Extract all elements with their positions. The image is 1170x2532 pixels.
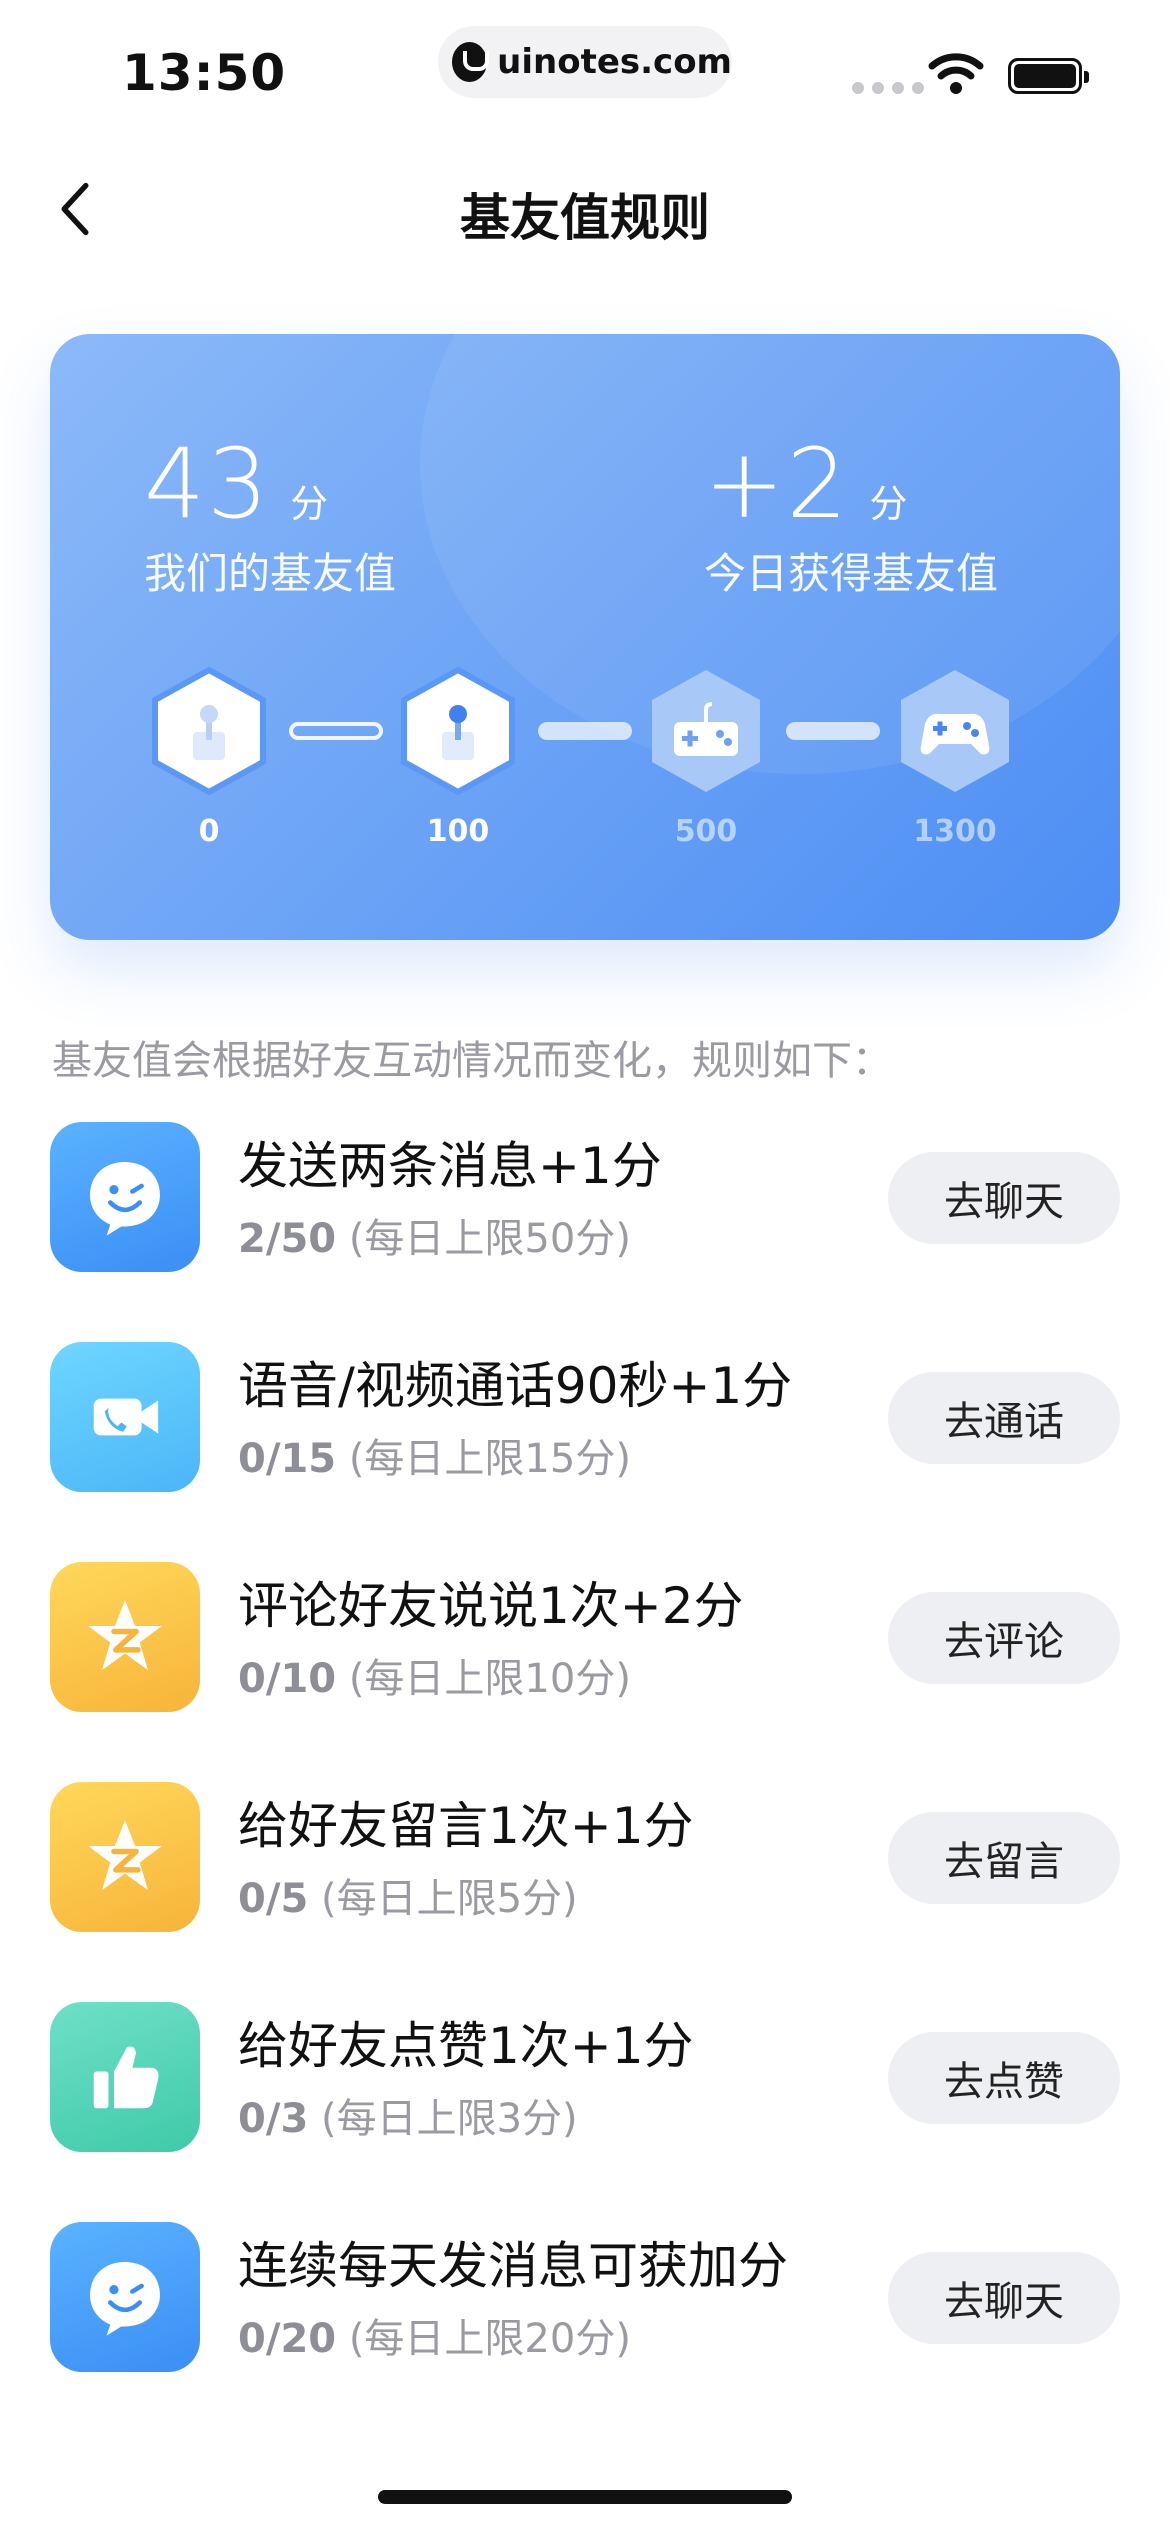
rule-count: 0/5 [238, 1876, 309, 1922]
qzone-star-icon [50, 1562, 200, 1712]
rule-progress: 0/5 (每日上限5分) [238, 1866, 578, 1924]
go-call-button[interactable]: 去通话 [888, 1372, 1120, 1464]
level-badge-0 [149, 666, 269, 796]
rule-count: 0/15 [238, 1436, 337, 1482]
level-label: 500 [674, 814, 738, 849]
friendship-summary-card: 43 分 我们的基友值 +2 分 今日获得基友值 0 100 500 1300 [50, 334, 1120, 940]
level-connector [289, 722, 383, 740]
nav-bar: 基友值规则 [0, 150, 1170, 270]
rule-progress: 0/10 (每日上限10分) [238, 1646, 631, 1704]
rule-limit: (每日上限3分) [321, 2096, 578, 2142]
level-connector [538, 722, 632, 740]
rule-limit: (每日上限10分) [348, 1656, 631, 1702]
rule-title: 评论好友说说1次+2分 [238, 1577, 744, 1635]
page-title: 基友值规则 [460, 189, 710, 247]
rule-title: 连续每天发消息可获加分 [238, 2237, 788, 2295]
rule-progress: 0/20 (每日上限20分) [238, 2306, 631, 2364]
today-value-unit: 分 [869, 482, 908, 526]
chat-smile-icon [50, 1122, 200, 1272]
rule-item: 连续每天发消息可获加分 0/20 (每日上限20分) 去聊天 [0, 2222, 1170, 2382]
rule-count: 2/50 [238, 1216, 337, 1262]
go-comment-button[interactable]: 去评论 [888, 1592, 1120, 1684]
level-label: 1300 [913, 814, 997, 849]
chat-smile-icon [50, 2222, 200, 2372]
status-bar: 13:50 uinotes.com [0, 0, 1170, 140]
rule-count: 0/3 [238, 2096, 309, 2142]
rule-title: 给好友留言1次+1分 [238, 1797, 694, 1855]
wifi-icon [928, 52, 984, 96]
rule-item: 给好友点赞1次+1分 0/3 (每日上限3分) 去点赞 [0, 2002, 1170, 2162]
rule-limit: (每日上限20分) [348, 2316, 631, 2362]
rule-progress: 0/3 (每日上限3分) [238, 2086, 578, 2144]
level-connector [786, 722, 880, 740]
go-chat-button[interactable]: 去聊天 [888, 2252, 1120, 2344]
rule-limit: (每日上限15分) [348, 1436, 631, 1482]
level-badge-100 [398, 666, 518, 796]
rule-title: 发送两条消息+1分 [238, 1137, 662, 1195]
rule-title: 给好友点赞1次+1分 [238, 2017, 694, 2075]
rule-count: 0/20 [238, 2316, 337, 2362]
our-value: 43 [144, 428, 271, 540]
rule-count: 0/10 [238, 1656, 337, 1702]
go-like-button[interactable]: 去点赞 [888, 2032, 1120, 2124]
qzone-star-icon [50, 1782, 200, 1932]
home-indicator[interactable] [378, 2490, 792, 2504]
url-pill[interactable]: uinotes.com [438, 26, 732, 98]
our-value-caption: 我们的基友值 [144, 549, 397, 598]
rule-progress: 2/50 (每日上限50分) [238, 1206, 631, 1264]
url-text: uinotes.com [497, 42, 732, 82]
go-chat-button[interactable]: 去聊天 [888, 1152, 1120, 1244]
rule-item: 发送两条消息+1分 2/50 (每日上限50分) 去聊天 [0, 1122, 1170, 1282]
our-value-unit: 分 [290, 482, 329, 526]
rule-title: 语音/视频通话90秒+1分 [238, 1357, 793, 1415]
level-label: 100 [426, 814, 490, 849]
rule-limit: (每日上限50分) [348, 1216, 631, 1262]
site-logo-icon [452, 42, 490, 82]
our-value-stat: 43 分 我们的基友值 [144, 434, 396, 601]
rules-intro: 基友值会根据好友互动情况而变化，规则如下： [52, 1038, 892, 1084]
cellular-signal-icon [852, 82, 924, 94]
today-value-caption: 今日获得基友值 [704, 549, 999, 598]
status-time: 13:50 [122, 44, 287, 102]
today-value-stat: +2 分 今日获得基友值 [704, 434, 998, 601]
level-label: 0 [198, 814, 220, 849]
level-badge-500 [646, 666, 766, 796]
thumbs-up-icon [50, 2002, 200, 2152]
level-badge-1300 [895, 666, 1015, 796]
rule-limit: (每日上限5分) [321, 1876, 578, 1922]
rule-progress: 0/15 (每日上限15分) [238, 1426, 631, 1484]
today-value: +2 [704, 428, 850, 540]
level-track: 0 100 500 1300 [50, 666, 1120, 866]
rule-item: 语音/视频通话90秒+1分 0/15 (每日上限15分) 去通话 [0, 1342, 1170, 1502]
battery-icon [1008, 58, 1089, 94]
rule-item: 给好友留言1次+1分 0/5 (每日上限5分) 去留言 [0, 1782, 1170, 1942]
video-call-icon [50, 1342, 200, 1492]
rule-item: 评论好友说说1次+2分 0/10 (每日上限10分) 去评论 [0, 1562, 1170, 1722]
go-message-button[interactable]: 去留言 [888, 1812, 1120, 1904]
